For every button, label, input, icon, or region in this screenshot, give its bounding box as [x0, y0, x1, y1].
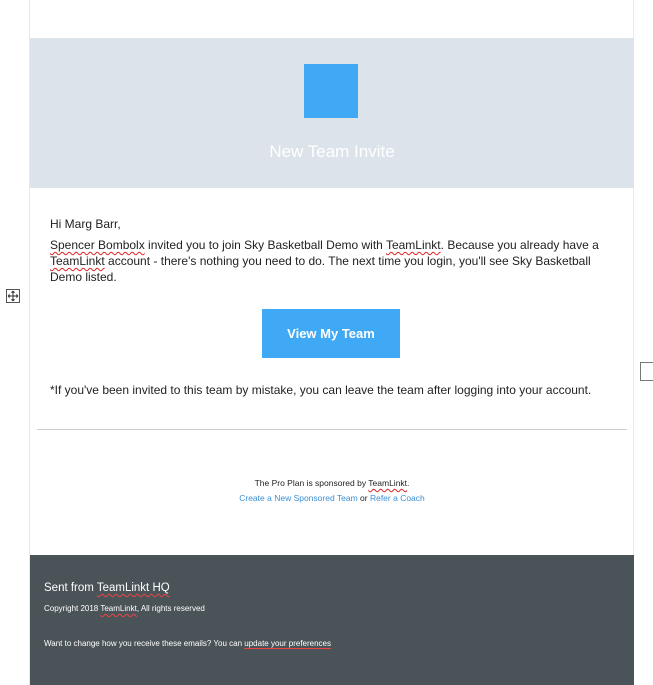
greeting: Hi Marg Barr, — [50, 217, 121, 231]
invite-text-2: . Because you already have a — [440, 238, 599, 252]
sponsor-prefix: The Pro Plan is sponsored by — [254, 478, 369, 488]
sponsor-links: Create a New Sponsored Team or Refer a C… — [30, 491, 634, 506]
sent-prefix: Sent from — [44, 582, 97, 594]
email-body: New Team Invite Hi Marg Barr, Spencer Bo… — [30, 0, 634, 685]
invite-text-1: invited you to join Sky Basketball Demo … — [144, 238, 386, 252]
invite-text-3: account - there's nothing you need to do… — [50, 254, 591, 284]
preferences-line: Want to change how you receive these ema… — [44, 639, 331, 648]
preferences-text: Want to change how you receive these ema… — [44, 639, 245, 648]
create-sponsored-team-link[interactable]: Create a New Sponsored Team — [239, 493, 357, 503]
invite-paragraph: Spencer Bombolx invited you to join Sky … — [50, 237, 615, 285]
copyright-suffix: , All rights reserved — [136, 604, 205, 613]
sponsor-or: or — [357, 493, 370, 503]
brand-name: TeamLinkt — [50, 254, 105, 268]
inviter-name: Spencer Bombolx — [50, 238, 145, 252]
view-my-team-button[interactable]: View My Team — [262, 309, 400, 358]
hero-banner: New Team Invite — [30, 38, 634, 188]
sent-brand: TeamLinkt HQ — [96, 582, 170, 594]
divider — [37, 429, 627, 430]
hero-title: New Team Invite — [269, 142, 395, 161]
team-logo — [304, 64, 358, 118]
update-preferences-link[interactable]: update your preferences — [244, 639, 331, 648]
copyright-prefix: Copyright 2018 — [44, 604, 101, 613]
refer-coach-link[interactable]: Refer a Coach — [370, 493, 425, 503]
footer: Sent from TeamLinkt HQ Copyright 2018 Te… — [30, 555, 634, 685]
resize-handle-icon[interactable] — [640, 362, 653, 381]
copyright: Copyright 2018 TeamLinkt, All rights res… — [44, 604, 205, 613]
sent-from: Sent from TeamLinkt HQ — [44, 582, 170, 594]
copyright-brand: TeamLinkt — [100, 604, 137, 613]
sponsor-suffix: . — [407, 478, 410, 488]
mistake-note: *If you've been invited to this team by … — [50, 383, 592, 397]
sponsor-line: The Pro Plan is sponsored by TeamLinkt. — [30, 476, 634, 491]
sponsor-brand: TeamLinkt — [368, 478, 408, 488]
move-handle-icon[interactable] — [6, 289, 20, 303]
sponsor-section: The Pro Plan is sponsored by TeamLinkt. … — [30, 476, 634, 506]
brand-name: TeamLinkt — [385, 238, 441, 252]
